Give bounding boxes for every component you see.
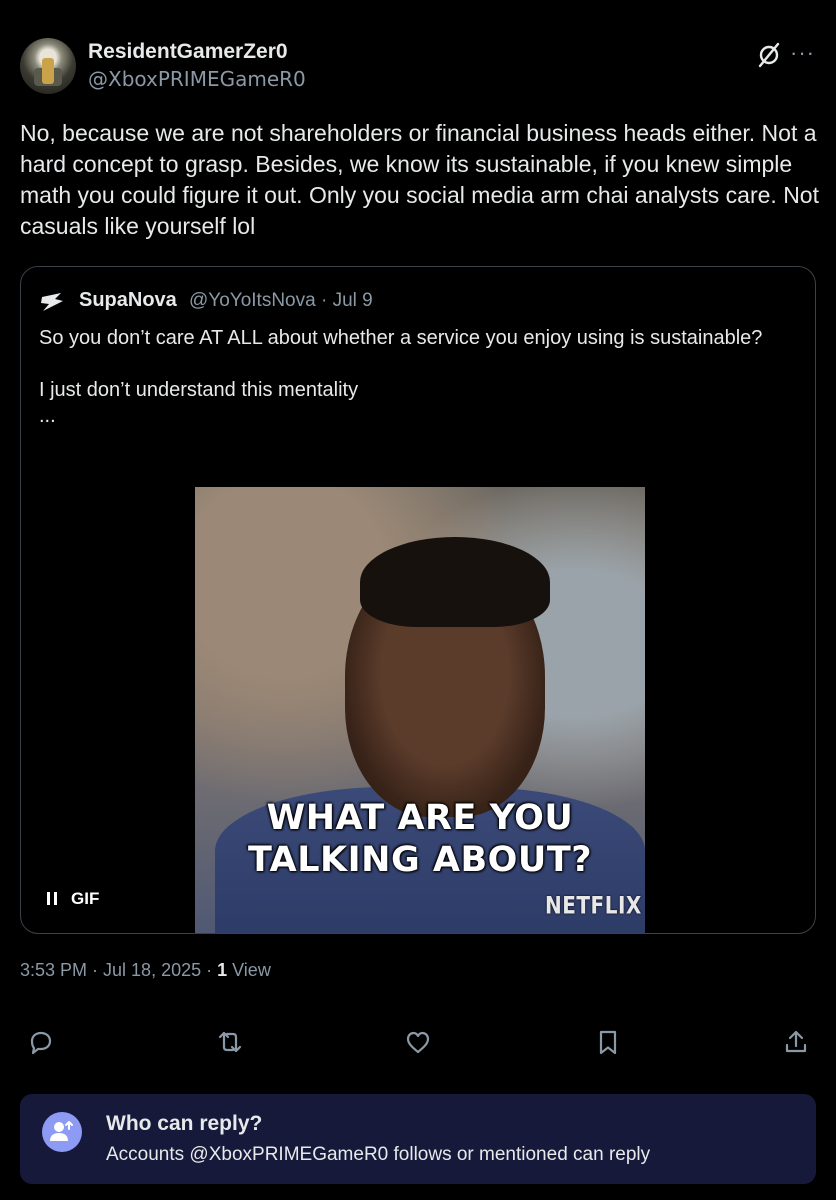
reply-button[interactable]: [26, 1028, 60, 1062]
reply-restriction-title: Who can reply?: [106, 1112, 263, 1135]
like-button[interactable]: [404, 1028, 438, 1062]
reply-restriction-icon: [42, 1112, 82, 1152]
view-count: 1: [217, 960, 228, 980]
repost-button[interactable]: [216, 1028, 250, 1062]
gif-brand-watermark: NETFLIX: [545, 890, 642, 920]
gif-badge: GIF: [71, 889, 100, 908]
pause-icon[interactable]: [47, 892, 57, 905]
reply-icon: [30, 1031, 52, 1055]
view-label: View: [227, 960, 271, 980]
gif-controls[interactable]: GIF: [47, 889, 99, 909]
author-display-name[interactable]: ResidentGamerZer0: [88, 40, 288, 64]
reply-restriction-description: Accounts @XboxPRIMEGameR0 follows or men…: [106, 1144, 651, 1165]
gif-caption-line2: TALKING ABOUT?: [247, 840, 592, 880]
avatar-figure: [42, 58, 54, 84]
share-icon: [785, 1030, 807, 1053]
quoted-display-name[interactable]: SupaNova: [79, 289, 177, 312]
quoted-post[interactable]: SupaNova @YoYoItsNova · Jul 9 So you don…: [20, 266, 816, 934]
reply-restriction-banner: Who can reply? Accounts @XboxPRIMEGameR0…: [20, 1094, 816, 1184]
bookmark-button[interactable]: [594, 1028, 628, 1062]
quoted-author-avatar[interactable]: [39, 289, 65, 315]
like-icon: [406, 1031, 430, 1054]
bookmark-icon: [599, 1030, 617, 1055]
share-button[interactable]: [782, 1028, 816, 1062]
more-options-icon[interactable]: ···: [790, 40, 815, 66]
gif-caption: WHAT ARE YOU TALKING ABOUT?: [195, 797, 645, 881]
post-meta: 3:53 PM · Jul 18, 2025 · 1 View: [20, 960, 271, 981]
grok-icon[interactable]: [756, 42, 782, 68]
post-text: No, because we are not shareholders or f…: [20, 120, 819, 239]
gif-hair: [360, 537, 550, 627]
quoted-text: So you don’t care AT ALL about whether a…: [39, 327, 763, 427]
gif-caption-line1: WHAT ARE YOU: [266, 798, 574, 838]
repost-icon: [218, 1031, 242, 1053]
post-timestamp[interactable]: 3:53 PM · Jul 18, 2025 ·: [20, 960, 217, 980]
quoted-handle-date[interactable]: @YoYoItsNova · Jul 9: [189, 290, 373, 312]
gif-media[interactable]: WHAT ARE YOU TALKING ABOUT? NETFLIX: [195, 487, 645, 933]
author-handle[interactable]: @XboxPRIMEGameR0: [88, 67, 306, 91]
author-avatar[interactable]: [20, 38, 76, 94]
